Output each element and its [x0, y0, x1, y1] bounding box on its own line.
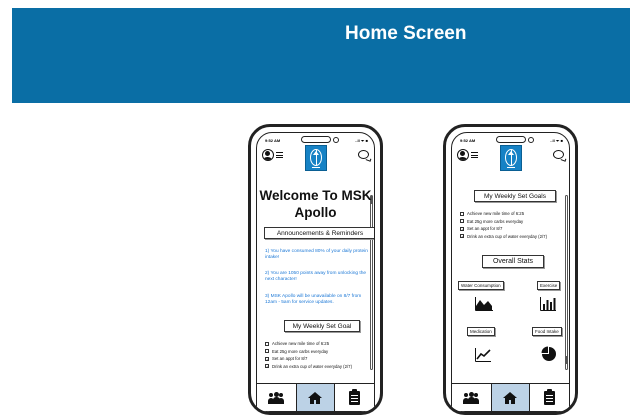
checkbox[interactable]: [460, 211, 464, 216]
stat-food-intake[interactable]: Food Intake: [532, 327, 562, 336]
announcement-item: 1) You have consumed 80% of your daily p…: [265, 249, 368, 260]
camera-dot: [528, 137, 534, 143]
bottom-tabbar: [452, 383, 569, 411]
header-banner: Home Screen: [12, 8, 630, 103]
msk-logo: [499, 145, 522, 171]
welcome-heading: Welcome To MSK Apollo: [259, 188, 372, 220]
app-topbar: [455, 145, 566, 171]
phone-mockup-stats: 9:52 AM ..ll ᯤ ■ My Weekly Set Goals Ach…: [443, 124, 578, 415]
area-chart-icon[interactable]: [475, 297, 493, 311]
checkbox[interactable]: [265, 349, 269, 353]
app-topbar: [260, 145, 371, 171]
announcement-item: 3) MSK Apollo will be unavailable on 8/7…: [265, 294, 362, 305]
checkbox[interactable]: [265, 341, 269, 346]
tab-records[interactable]: [335, 384, 374, 411]
tab-community[interactable]: [452, 384, 491, 411]
goal-item[interactable]: ✓ Set an appt for 8/7: [265, 355, 370, 363]
checkbox-checked[interactable]: ✓: [460, 226, 464, 231]
goal-list: Achieve new mile time of 6:25 Eat 25g mo…: [265, 340, 370, 370]
checkbox-checked[interactable]: ✓: [460, 234, 464, 239]
bar-chart-icon[interactable]: [540, 297, 556, 311]
goal-list: Achieve new mile time of 6:25 Eat 25g mo…: [460, 210, 565, 240]
scrollbar[interactable]: [370, 195, 373, 370]
menu-icon[interactable]: [276, 152, 283, 158]
scrollbar[interactable]: [565, 195, 568, 370]
goal-item[interactable]: ✓ Drink an extra cup of water everyday (2…: [460, 233, 565, 241]
speaker-notch: [301, 136, 331, 143]
goal-item[interactable]: Achieve new mile time of 6:25: [460, 210, 565, 218]
checkbox-checked[interactable]: ✓: [265, 356, 269, 361]
home-icon: [503, 391, 518, 404]
goal-item[interactable]: Eat 25g more carbs everyday: [265, 348, 370, 356]
signal-icon: ..ll ᯤ ■: [355, 138, 368, 143]
phone-screen: 9:52 AM ..ll ᯤ ■ My Weekly Set Goals Ach…: [451, 132, 570, 412]
signal-icon: ..ll ᯤ ■: [550, 138, 563, 143]
tab-community[interactable]: [257, 384, 296, 411]
people-icon: [463, 391, 480, 404]
msk-logo: [304, 145, 327, 171]
goal-item[interactable]: Eat 25g more carbs everyday: [460, 218, 565, 226]
menu-icon[interactable]: [471, 152, 478, 158]
status-time: 9:52 AM: [460, 138, 476, 143]
stat-water-consumption[interactable]: Water Consumption: [458, 281, 504, 290]
page-title: Home Screen: [345, 23, 467, 44]
phone-mockup-home: 9:52 AM ..ll ᯤ ■ Welcome To MSK Apollo A…: [248, 124, 383, 415]
line-chart-icon[interactable]: [475, 348, 491, 362]
pie-chart-icon[interactable]: [541, 346, 557, 362]
camera-dot: [333, 137, 339, 143]
chat-icon[interactable]: [553, 150, 564, 159]
clipboard-icon: [348, 388, 360, 405]
tab-home[interactable]: [295, 384, 335, 411]
announcements-title: Announcements & Reminders: [264, 227, 374, 239]
goal-item[interactable]: ✓ Drink an extra cup of water everyday (2…: [265, 363, 370, 371]
speaker-notch: [496, 136, 526, 143]
weekly-goal-title: My Weekly Set Goal: [284, 320, 360, 332]
chat-icon[interactable]: [358, 150, 369, 159]
checkbox-checked[interactable]: ✓: [265, 364, 269, 369]
bottom-tabbar: [257, 383, 374, 411]
goal-item[interactable]: Achieve new mile time of 6:25: [265, 340, 370, 348]
profile-icon[interactable]: [457, 149, 469, 161]
overall-stats-title: Overall Stats: [482, 255, 544, 268]
goal-item[interactable]: ✓ Set an appt for 8/7: [460, 225, 565, 233]
stat-medication[interactable]: Medication: [467, 327, 495, 336]
clipboard-icon: [543, 388, 555, 405]
tab-home[interactable]: [490, 384, 530, 411]
stat-exercise[interactable]: Exercise: [537, 281, 561, 290]
home-icon: [308, 391, 323, 404]
profile-icon[interactable]: [262, 149, 274, 161]
status-time: 9:52 AM: [265, 138, 281, 143]
announcement-item: 2) You are 1050 points away from unlocki…: [265, 271, 367, 282]
checkbox[interactable]: [460, 219, 464, 223]
people-icon: [268, 391, 285, 404]
weekly-goals-title: My Weekly Set Goals: [474, 190, 556, 202]
phone-screen: 9:52 AM ..ll ᯤ ■ Welcome To MSK Apollo A…: [256, 132, 375, 412]
tab-records[interactable]: [530, 384, 569, 411]
